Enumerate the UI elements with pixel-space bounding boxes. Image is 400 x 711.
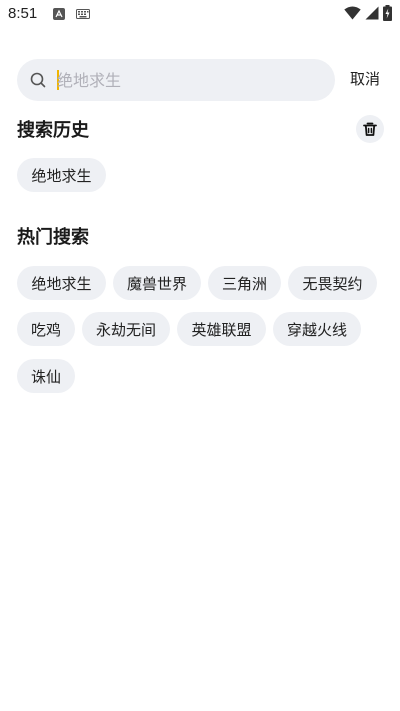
- search-history-title: 搜索历史: [17, 120, 89, 141]
- hot-search-chip[interactable]: 吃鸡: [17, 312, 75, 346]
- app-store-icon: [53, 8, 65, 20]
- cancel-button[interactable]: 取消: [350, 68, 380, 89]
- hot-search-chip[interactable]: 三角洲: [208, 266, 281, 300]
- hot-search-chip[interactable]: 诛仙: [17, 359, 75, 393]
- hot-search-chip[interactable]: 魔兽世界: [113, 266, 201, 300]
- wifi-icon: [344, 6, 361, 20]
- search-icon: [30, 72, 46, 88]
- hot-search-chip[interactable]: 永劫无间: [82, 312, 170, 346]
- search-input[interactable]: [57, 59, 327, 101]
- status-bar: 8:51: [0, 0, 400, 28]
- battery-charging-icon: [383, 5, 392, 21]
- status-icons: [344, 5, 392, 21]
- status-time: 8:51: [8, 5, 38, 22]
- search-box[interactable]: [17, 59, 335, 101]
- keyboard-icon: [76, 9, 90, 19]
- history-chip[interactable]: 绝地求生: [17, 158, 106, 192]
- hot-search-chip[interactable]: 绝地求生: [17, 266, 106, 300]
- hot-search-title: 热门搜索: [17, 227, 89, 248]
- trash-icon: [363, 122, 377, 136]
- signal-icon: [365, 6, 379, 20]
- clear-history-button[interactable]: [356, 115, 384, 143]
- hot-search-chip[interactable]: 无畏契约: [288, 266, 377, 300]
- hot-search-chip[interactable]: 穿越火线: [273, 312, 361, 346]
- hot-search-chip[interactable]: 英雄联盟: [177, 312, 266, 346]
